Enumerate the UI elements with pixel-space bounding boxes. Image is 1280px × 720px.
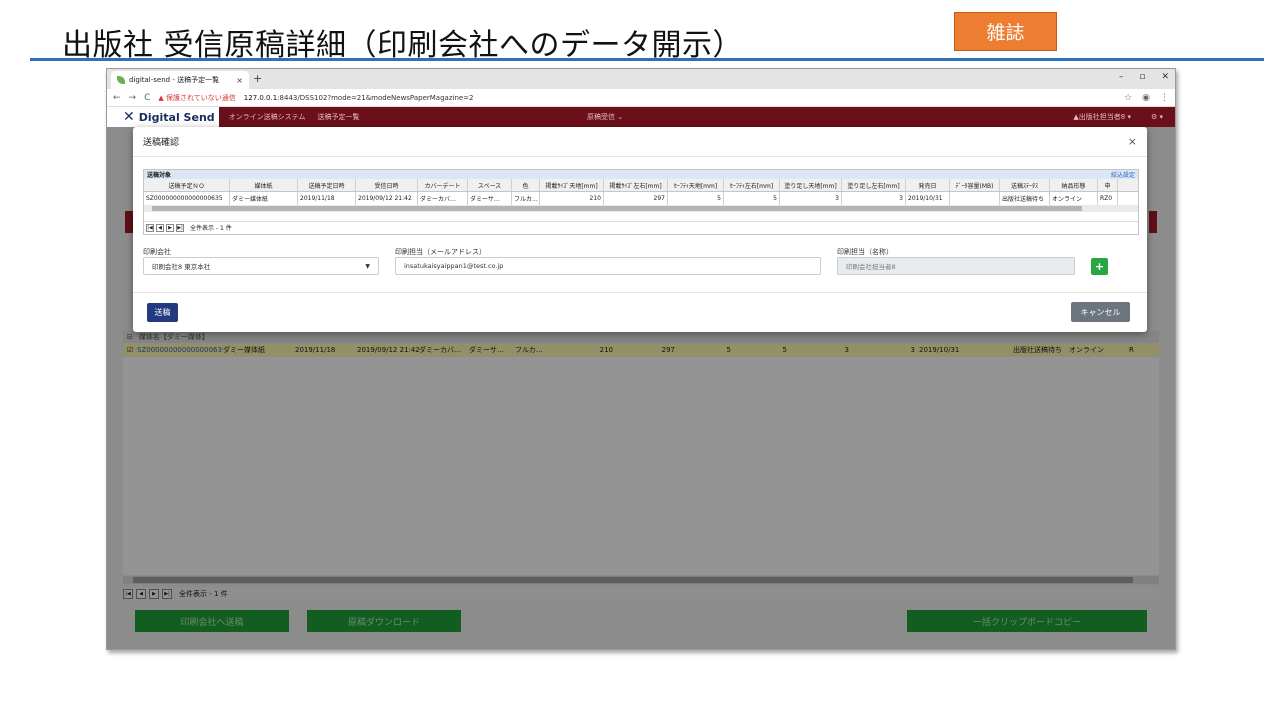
- printer-form: 印刷会社 印刷会社8 東京本社 ▼ 印刷担当（メールアドレス） insatuka…: [143, 247, 1139, 283]
- prev-page-button[interactable]: ◀: [156, 223, 164, 232]
- url-host: 127.0.0.1: [243, 93, 278, 102]
- column-header[interactable]: スペース: [468, 179, 512, 191]
- cell: ダミーサ…: [468, 192, 512, 205]
- column-header[interactable]: 塗り足し左右[mm]: [842, 179, 906, 191]
- column-header[interactable]: 受信日時: [356, 179, 418, 191]
- cancel-button[interactable]: キャンセル: [1071, 302, 1130, 322]
- cell: [950, 192, 1000, 205]
- settings-menu[interactable]: ⚙ ▾: [1151, 113, 1163, 121]
- dialog-title: 送稿確認: [143, 138, 180, 148]
- contact-name-field: 印刷会社担当者8: [837, 257, 1075, 275]
- grid-pager: |◀ ◀ ▶ ▶| 全件表示 - 1 件: [144, 221, 1138, 233]
- cell: 3: [842, 192, 906, 205]
- column-header[interactable]: ﾃﾞｰﾀ容量(MB): [950, 179, 1000, 191]
- logo-mark-icon: ✕: [123, 109, 135, 125]
- last-page-button[interactable]: ▶|: [176, 223, 184, 232]
- tab-close-icon[interactable]: ×: [236, 76, 243, 85]
- scroll-thumb[interactable]: [152, 206, 1082, 211]
- system-name: オンライン送稿システム: [228, 113, 306, 121]
- cell: 2019/09/12 21:42: [356, 192, 418, 205]
- cell: 2019/11/18: [298, 192, 356, 205]
- email-value: insatukaisyaippan1@test.co.jp: [404, 262, 504, 270]
- title-underline: [30, 58, 1264, 61]
- column-header[interactable]: カバーデート: [418, 179, 468, 191]
- cell: フルカ…: [512, 192, 540, 205]
- column-header[interactable]: 送稿予定日時: [298, 179, 356, 191]
- column-header[interactable]: 媒体紙: [230, 179, 298, 191]
- grid-scrollbar[interactable]: [144, 205, 1138, 212]
- first-page-button[interactable]: |◀: [146, 223, 154, 232]
- reload-button[interactable]: C: [144, 93, 150, 103]
- column-header[interactable]: 発売日: [906, 179, 950, 191]
- add-contact-button[interactable]: +: [1091, 258, 1108, 275]
- maximize-button[interactable]: ▫: [1139, 72, 1145, 82]
- pager-count: 全件表示 - 1 件: [190, 225, 232, 232]
- contact-name-value: 印刷会社担当者8: [846, 263, 896, 271]
- printer-label: 印刷会社: [143, 248, 171, 256]
- category-badge: 雑誌: [954, 12, 1057, 51]
- next-page-button[interactable]: ▶: [166, 223, 174, 232]
- column-header[interactable]: ｾｰﾌﾃｨ左右[mm]: [724, 179, 780, 191]
- cell: SZ000000000000000635: [144, 192, 230, 205]
- tab-strip: digital-send - 送稿予定一覧 × + – ▫ ✕: [107, 69, 1175, 89]
- cell: 出版社送稿待ち: [1000, 192, 1050, 205]
- email-field[interactable]: insatukaisyaippan1@test.co.jp: [395, 257, 821, 275]
- bookmark-star-icon[interactable]: ☆: [1124, 93, 1132, 103]
- cell: RZ0: [1098, 192, 1118, 205]
- column-header[interactable]: 送稿ｽﾃｰﾀｽ: [1000, 179, 1050, 191]
- address-bar: ← → C ▲ 保護されていない通信 127.0.0.1:8443/DSS102…: [107, 89, 1175, 107]
- grid-caption: 送稿対象: [147, 172, 172, 179]
- cell: オンライン: [1050, 192, 1098, 205]
- cell: ダミー媒体紙: [230, 192, 298, 205]
- minimize-button[interactable]: –: [1119, 72, 1124, 82]
- cell: ダミーカバ…: [418, 192, 468, 205]
- logo-text: Digital Send: [138, 110, 215, 124]
- nav-schedule-list[interactable]: 送稿予定一覧: [317, 112, 359, 122]
- send-button[interactable]: 送稿: [147, 303, 178, 322]
- favicon-icon: [117, 76, 125, 84]
- url-path: :8443/DSS102?mode=21&modeNewsPaperMagazi…: [277, 93, 474, 102]
- security-warning[interactable]: ▲ 保護されていない通信: [158, 93, 235, 103]
- nav-receive-menu[interactable]: 原稿受信 ⌄: [587, 112, 623, 122]
- send-target-grid: 送稿対象 絞込設定 送稿予定ＮＯ 媒体紙 送稿予定日時 受信日時 カバーデート スペース色…: [143, 169, 1139, 235]
- user-menu[interactable]: ▲出版社担当者8 ▾: [1073, 112, 1131, 122]
- column-header[interactable]: 掲載ｻｲｽﾞ天地[mm]: [540, 179, 604, 191]
- cell: 2019/10/31: [906, 192, 950, 205]
- column-header[interactable]: 掲載ｻｲｽﾞ左右[mm]: [604, 179, 668, 191]
- column-header[interactable]: 送稿予定ＮＯ: [144, 179, 230, 191]
- cell: 297: [604, 192, 668, 205]
- back-button[interactable]: ←: [113, 93, 121, 103]
- forward-button[interactable]: →: [129, 93, 137, 103]
- send-confirm-dialog: 送稿確認 × 送稿対象 絞込設定 送稿予定ＮＯ 媒体紙 送稿予定日時 受信日時 カバーデ…: [133, 127, 1147, 332]
- browser-tab[interactable]: digital-send - 送稿予定一覧 ×: [111, 71, 249, 89]
- tab-title: digital-send - 送稿予定一覧: [129, 76, 220, 84]
- new-tab-button[interactable]: +: [253, 72, 262, 85]
- cell: 5: [668, 192, 724, 205]
- contact-name-label: 印刷担当（名称）: [837, 248, 893, 256]
- column-header[interactable]: ｾｰﾌﾃｨ天地[mm]: [668, 179, 724, 191]
- chevron-down-icon: ▼: [365, 262, 370, 270]
- email-label: 印刷担当（メールアドレス）: [395, 248, 486, 256]
- filter-settings-link[interactable]: 絞込設定: [1111, 170, 1135, 179]
- printer-select[interactable]: 印刷会社8 東京本社 ▼: [143, 257, 379, 275]
- dialog-close-icon[interactable]: ×: [1128, 135, 1137, 148]
- url-field[interactable]: 127.0.0.1:8443/DSS102?mode=21&modeNewsPa…: [244, 94, 474, 102]
- browser-menu-icon[interactable]: ⋮: [1160, 93, 1169, 103]
- column-header[interactable]: 色: [512, 179, 540, 191]
- cell: 5: [724, 192, 780, 205]
- browser-window: digital-send - 送稿予定一覧 × + – ▫ ✕ ← → C ▲ …: [106, 68, 1176, 650]
- app-logo[interactable]: ✕ Digital Send: [107, 107, 219, 127]
- column-header[interactable]: 塗り足し天地[mm]: [780, 179, 842, 191]
- cell: 3: [780, 192, 842, 205]
- profile-icon[interactable]: ◉: [1142, 93, 1150, 103]
- column-header[interactable]: 申: [1098, 179, 1118, 191]
- app-header: ✕ Digital Send オンライン送稿システム 送稿予定一覧 原稿受信 ⌄…: [107, 107, 1175, 127]
- table-row[interactable]: SZ000000000000000635 ダミー媒体紙 2019/11/18 2019…: [144, 192, 1138, 205]
- printer-value: 印刷会社8 東京本社: [152, 263, 211, 271]
- grid-header-row: 送稿予定ＮＯ 媒体紙 送稿予定日時 受信日時 カバーデート スペース色掲載ｻｲｽﾞ天地[m…: [144, 179, 1138, 192]
- column-header[interactable]: 納品形態: [1050, 179, 1098, 191]
- cell: 210: [540, 192, 604, 205]
- window-close-button[interactable]: ✕: [1161, 72, 1169, 82]
